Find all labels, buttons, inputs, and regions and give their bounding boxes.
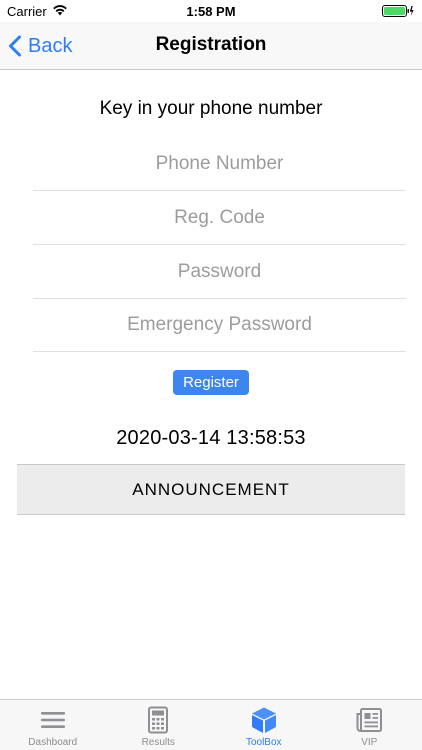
cube-icon	[251, 707, 276, 733]
tab-label: VIP	[361, 737, 378, 748]
password-input[interactable]	[33, 245, 406, 298]
tab-label: ToolBox	[245, 737, 282, 748]
announcement-button[interactable]: ANNOUNCEMENT	[17, 464, 405, 515]
status-time: 1:58 PM	[186, 4, 236, 19]
tab-bar: Dashboard Results ToolBox VIP	[0, 699, 422, 750]
page-title: Registration	[155, 34, 267, 55]
phone-number-field	[33, 137, 406, 191]
reg-code-field	[33, 191, 406, 245]
tab-label: Results	[141, 737, 175, 748]
phone-number-input[interactable]	[33, 137, 406, 190]
emergency-password-field	[33, 298, 406, 352]
newspaper-icon	[356, 708, 383, 732]
menu-icon	[40, 712, 65, 728]
register-button[interactable]: Register	[173, 370, 249, 395]
datetime-label: 2020-03-14 13:58:53	[116, 427, 306, 449]
tab-vip[interactable]: VIP	[317, 700, 422, 750]
phone-prompt: Key in your phone number	[99, 98, 323, 119]
navigation-bar: Back Registration	[0, 22, 422, 70]
emergency-password-input[interactable]	[33, 298, 406, 351]
password-field	[33, 245, 406, 299]
battery-icon	[382, 5, 414, 17]
reg-code-input[interactable]	[33, 191, 406, 244]
tab-results[interactable]: Results	[106, 700, 212, 750]
tab-toolbox[interactable]: ToolBox	[211, 700, 317, 750]
status-bar: Carrier 1:58 PM	[0, 0, 422, 22]
tab-label: Dashboard	[28, 737, 78, 748]
tab-dashboard[interactable]: Dashboard	[0, 700, 106, 750]
calculator-icon	[148, 706, 169, 734]
